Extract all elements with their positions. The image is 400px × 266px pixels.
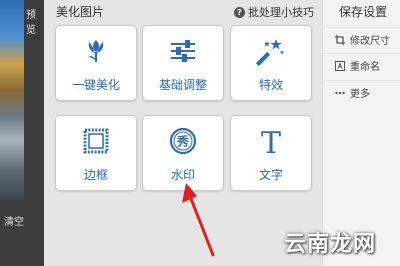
site-watermark: 云南龙网 [284, 232, 377, 257]
